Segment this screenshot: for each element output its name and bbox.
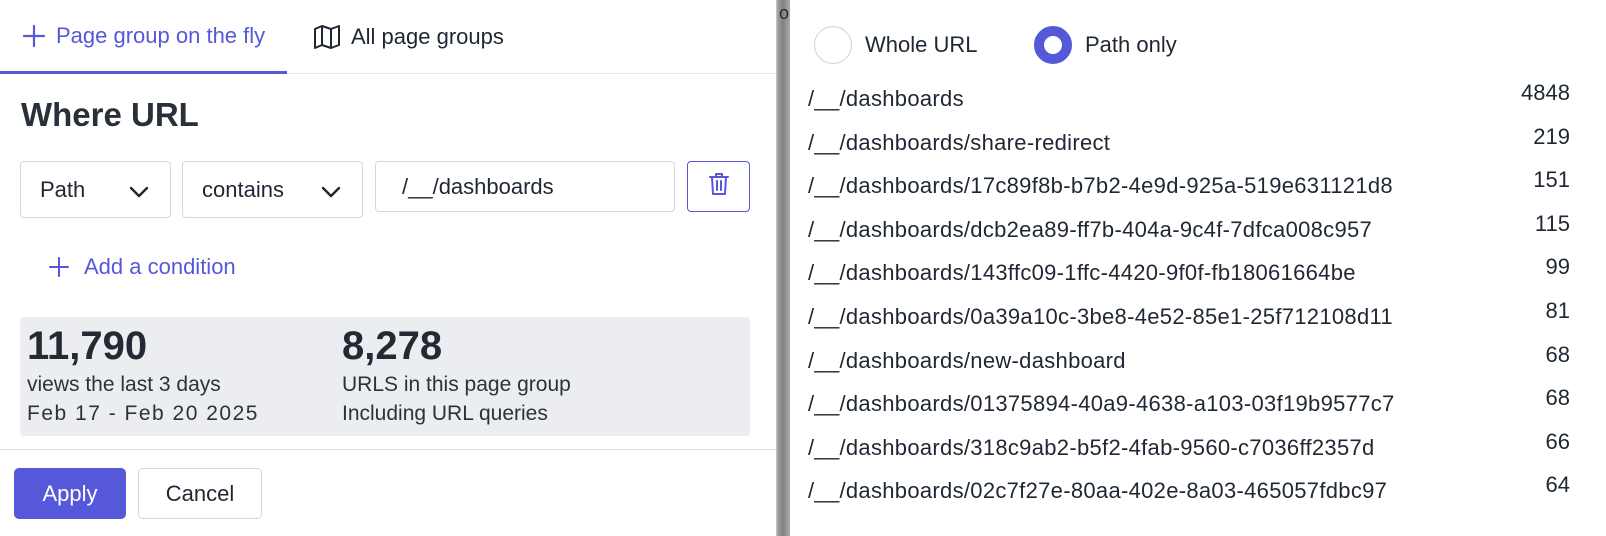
list-item[interactable]: /__/dashboards/new-dashboard 68 [808, 340, 1588, 384]
list-item[interactable]: /__/dashboards/17c89f8b-b7b2-4e9d-925a-5… [808, 165, 1588, 209]
url-count: 4848 [1521, 80, 1570, 105]
delete-condition-button[interactable] [687, 161, 750, 212]
url-path: /__/dashboards/02c7f27e-80aa-402e-8a03-4… [808, 478, 1388, 504]
trash-icon [708, 172, 730, 201]
chevron-down-icon [128, 181, 150, 207]
radio-whole-url[interactable]: Whole URL [814, 26, 977, 64]
clipped-text-fragment: o [779, 3, 790, 23]
url-count: 68 [1545, 385, 1570, 411]
radio-label: Whole URL [865, 32, 978, 57]
tab-bar: Page group on the fly All page groups [0, 0, 776, 74]
plus-icon [22, 24, 46, 48]
url-count: 151 [1533, 167, 1570, 193]
url-list: /__/dashboards 4848 /__/dashboards/share… [808, 78, 1588, 514]
list-item[interactable]: /__/dashboards/02c7f27e-80aa-402e-8a03-4… [808, 470, 1588, 514]
url-path: /__/dashboards/143ffc09-1ffc-4420-9f0f-f… [808, 260, 1356, 286]
tab-label: Page group on the fly [56, 22, 266, 48]
radio-path-only[interactable]: Path only [1034, 26, 1177, 64]
url-path: /__/dashboards/318c9ab2-b5f2-4fab-9560-c… [808, 434, 1375, 460]
views-count: 11,790 [27, 324, 148, 368]
views-stat: 11,790 views the last 3 days Feb 17 - Fe… [27, 323, 259, 429]
url-path: /__/dashboards/new-dashboard [808, 347, 1126, 373]
tab-all-page-groups[interactable]: All page groups [313, 0, 504, 74]
url-path: /__/dashboards/0a39a10c-3be8-4e52-85e1-2… [808, 303, 1393, 329]
urls-count: 8,278 [342, 324, 443, 368]
urls-stat: 8,278 URLS in this page group Including … [342, 323, 571, 429]
add-condition-button[interactable]: Add a condition [48, 254, 236, 280]
radio-label: Path only [1085, 32, 1177, 57]
field-select[interactable]: Path [20, 161, 171, 218]
list-item[interactable]: /__/dashboards/318c9ab2-b5f2-4fab-9560-c… [808, 427, 1588, 471]
views-date-range: Feb 17 - Feb 20 2025 [27, 402, 259, 425]
list-item[interactable]: /__/dashboards 4848 [808, 78, 1588, 122]
list-item[interactable]: /__/dashboards/143ffc09-1ffc-4420-9f0f-f… [808, 252, 1588, 296]
plus-icon [48, 256, 70, 278]
url-path: /__/dashboards/01375894-40a9-4638-a103-0… [808, 391, 1395, 417]
right-panel: Whole URL Path only /__/dashboards 4848 … [790, 0, 1606, 536]
list-item[interactable]: /__/dashboards/0a39a10c-3be8-4e52-85e1-2… [808, 296, 1588, 340]
operator-select[interactable]: contains [182, 161, 363, 218]
field-select-value: Path [40, 176, 86, 202]
urls-caption: URLS in this page group [342, 373, 571, 396]
url-path: /__/dashboards/share-redirect [808, 129, 1111, 155]
condition-value-input[interactable] [375, 161, 675, 212]
url-path: /__/dashboards/17c89f8b-b7b2-4e9d-925a-5… [808, 173, 1393, 199]
url-count: 219 [1533, 123, 1570, 149]
url-count: 99 [1545, 254, 1570, 280]
page-group-editor: Page group on the fly All page groups Wh… [0, 0, 1606, 536]
radio-button-selected[interactable] [1034, 26, 1072, 64]
list-item[interactable]: /__/dashboards/01375894-40a9-4638-a103-0… [808, 383, 1588, 427]
map-icon [313, 24, 341, 50]
tab-page-group-on-the-fly[interactable]: Page group on the fly [0, 0, 287, 74]
add-condition-label: Add a condition [84, 254, 236, 279]
url-count: 66 [1545, 428, 1570, 454]
left-panel: Page group on the fly All page groups Wh… [0, 0, 776, 536]
panel-resize-handle[interactable] [776, 0, 790, 536]
url-path: /__/dashboards/dcb2ea89-ff7b-404a-9c4f-7… [808, 216, 1373, 242]
stats-panel: 11,790 views the last 3 days Feb 17 - Fe… [20, 317, 750, 436]
section-title: Where URL [21, 96, 199, 133]
chevron-down-icon [320, 181, 342, 207]
list-item[interactable]: /__/dashboards/share-redirect 219 [808, 122, 1588, 166]
url-count: 81 [1545, 297, 1570, 323]
tab-label: All page groups [351, 24, 504, 49]
url-path: /__/dashboards [808, 86, 964, 111]
url-count: 115 [1534, 210, 1570, 236]
url-count: 64 [1545, 472, 1570, 498]
url-count: 68 [1545, 341, 1570, 367]
operator-select-value: contains [202, 176, 284, 202]
urls-note: Including URL queries [342, 402, 548, 425]
views-caption: views the last 3 days [27, 373, 221, 396]
footer-divider [0, 449, 776, 450]
list-item[interactable]: /__/dashboards/dcb2ea89-ff7b-404a-9c4f-7… [808, 209, 1588, 253]
radio-button[interactable] [814, 26, 852, 64]
cancel-button[interactable]: Cancel [138, 468, 262, 519]
apply-button[interactable]: Apply [14, 468, 126, 519]
